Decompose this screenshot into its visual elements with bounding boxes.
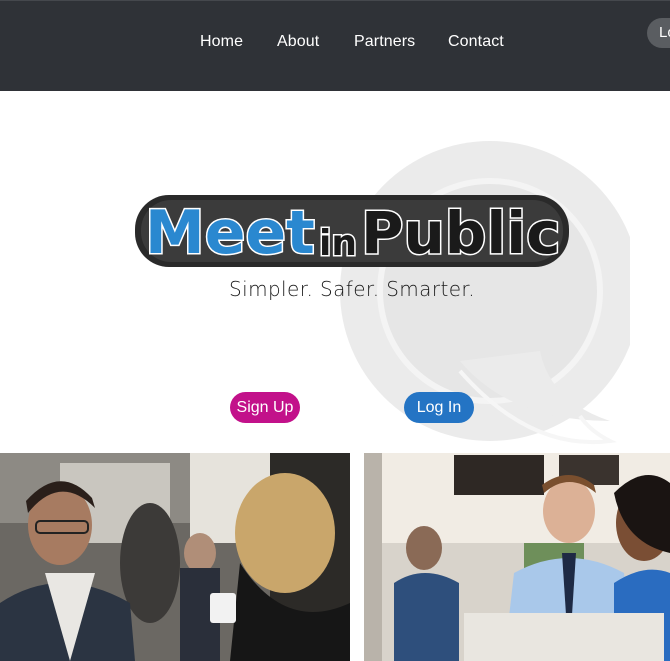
networking-photo-image xyxy=(0,453,350,661)
meet-in-public-logo: Meet in Public xyxy=(135,195,569,270)
cafe-meeting-photo-image xyxy=(364,453,670,661)
nav-partners-link[interactable]: Partners xyxy=(354,33,415,51)
logo-word-public: Public xyxy=(361,199,560,267)
tagline: Simpler. Safer. Smarter. xyxy=(229,277,475,301)
top-navbar: Home About Partners Contact Lo xyxy=(0,0,670,91)
networking-photo xyxy=(0,453,350,661)
cafe-meeting-photo xyxy=(364,453,670,661)
logo-word-meet: Meet xyxy=(145,198,315,268)
nav-about-link[interactable]: About xyxy=(277,33,319,51)
nav-home-link[interactable]: Home xyxy=(200,33,243,51)
header-login-button[interactable]: Lo xyxy=(647,18,670,48)
log-in-button[interactable]: Log In xyxy=(404,392,474,423)
nav-links: Home About Partners Contact xyxy=(0,33,670,53)
hero-section: Meet in Public Simpler. Safer. Smarter. … xyxy=(0,91,670,453)
logo-word-in: in xyxy=(319,223,357,264)
sign-up-button[interactable]: Sign Up xyxy=(230,392,300,423)
nav-contact-link[interactable]: Contact xyxy=(448,33,504,51)
